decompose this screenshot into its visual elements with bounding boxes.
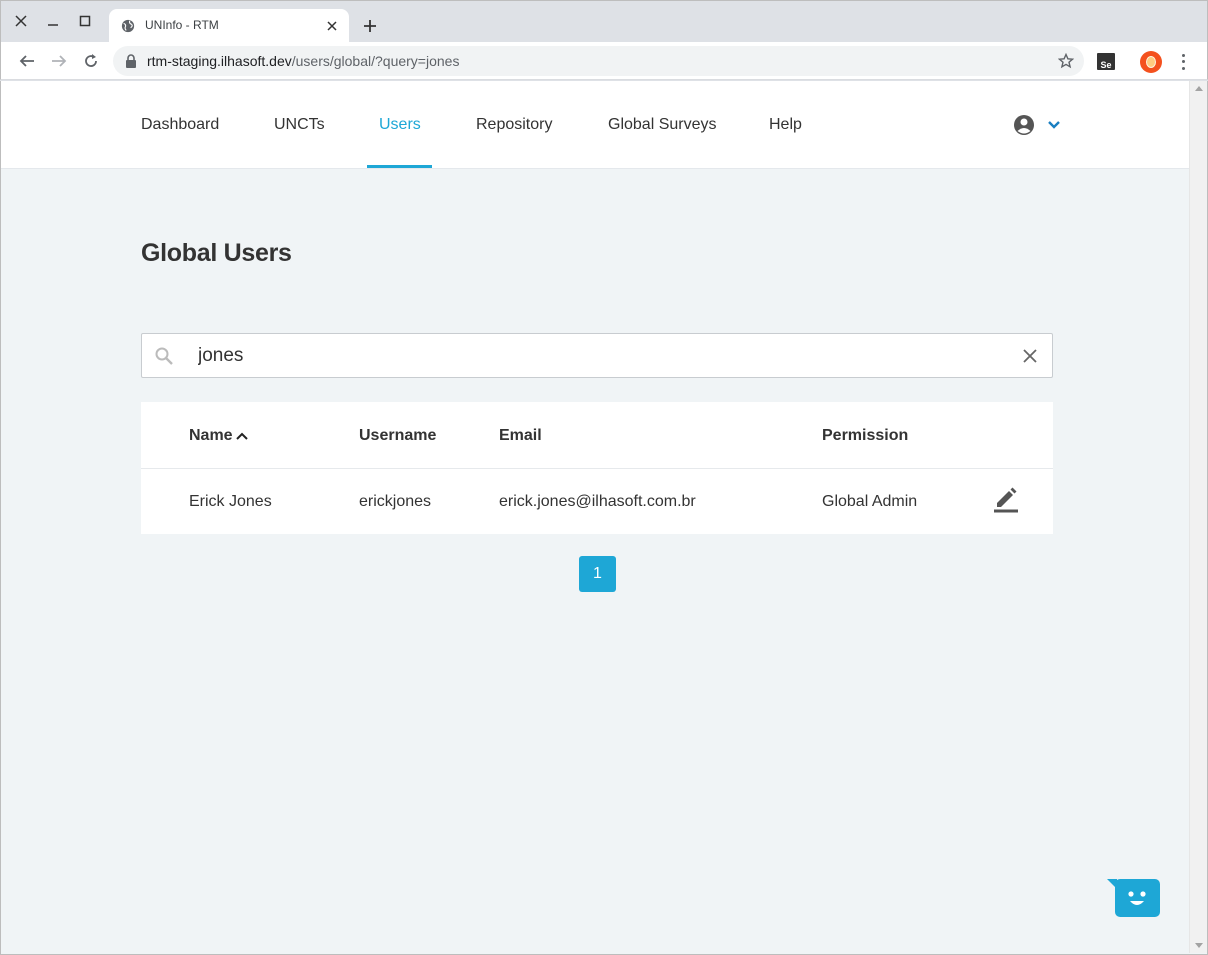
globe-icon [121, 19, 135, 33]
reload-icon[interactable] [79, 49, 103, 73]
url-path: /users/global/?query=jones [291, 53, 460, 69]
window-close-icon[interactable] [9, 9, 33, 33]
tab-close-icon[interactable] [323, 17, 341, 35]
nav-item-help[interactable]: Help [769, 116, 802, 134]
column-header-permission[interactable]: Permission [822, 427, 908, 445]
tab-title: UNInfo - RTM [145, 18, 219, 32]
back-icon[interactable] [15, 49, 39, 73]
bookmark-star-icon[interactable] [1056, 51, 1076, 71]
column-header-username[interactable]: Username [359, 427, 436, 445]
cell-email: erick.jones@ilhasoft.com.br [499, 493, 696, 510]
browser-toolbar: rtm-staging.ilhasoft.dev/users/global/?q… [0, 42, 1208, 80]
new-tab-icon[interactable] [359, 15, 381, 37]
nav-item-dashboard[interactable]: Dashboard [141, 116, 219, 134]
search-input[interactable] [198, 342, 998, 370]
pagination-page-button[interactable]: 1 [579, 556, 616, 592]
cell-permission: Global Admin [822, 493, 918, 510]
browser-menu-icon[interactable] [1175, 52, 1191, 72]
table-row: Erick Jones erickjones erick.jones@ilhas… [141, 469, 1053, 534]
url-host: rtm-staging.ilhasoft.dev [147, 53, 292, 69]
browser-tab[interactable]: UNInfo - RTM [109, 9, 349, 43]
column-header-name[interactable]: Name [189, 427, 249, 445]
chat-bot-icon[interactable] [1107, 879, 1161, 919]
browser-titlebar: UNInfo - RTM [0, 0, 1208, 43]
search-box [141, 333, 1053, 378]
selenium-extension-icon[interactable]: Se [1097, 53, 1115, 70]
cell-username: erickjones [359, 493, 432, 510]
page-scrollbar[interactable] [1189, 81, 1207, 953]
extension-icon[interactable] [1140, 51, 1162, 73]
cell-name: Erick Jones [189, 493, 272, 510]
scroll-down-arrow-icon[interactable] [1195, 943, 1203, 948]
sort-ascending-icon [235, 432, 248, 440]
chevron-down-icon [1048, 121, 1060, 129]
page-title: Global Users [141, 239, 292, 267]
lock-icon [126, 54, 136, 68]
nav-item-users[interactable]: Users [379, 116, 421, 134]
clear-search-icon[interactable] [1020, 346, 1040, 366]
address-bar[interactable]: rtm-staging.ilhasoft.dev/users/global/?q… [113, 46, 1084, 76]
column-header-email[interactable]: Email [499, 427, 542, 445]
scroll-up-arrow-icon[interactable] [1195, 86, 1203, 91]
site-header: Dashboard UNCTs Users Repository Global … [1, 81, 1189, 169]
edit-pencil-icon[interactable] [993, 485, 1019, 513]
nav-item-uncts[interactable]: UNCTs [274, 116, 325, 134]
user-menu-button[interactable] [1013, 114, 1065, 138]
window-maximize-icon[interactable] [73, 9, 97, 33]
search-icon [155, 347, 173, 365]
nav-item-repository[interactable]: Repository [476, 116, 552, 134]
page-viewport: Dashboard UNCTs Users Repository Global … [0, 81, 1208, 955]
extension-label: Se [1100, 60, 1112, 70]
forward-icon[interactable] [47, 49, 71, 73]
window-minimize-icon[interactable] [41, 9, 65, 33]
column-header-name-label: Name [189, 427, 233, 444]
account-circle-icon [1014, 115, 1034, 135]
active-nav-indicator [367, 165, 432, 168]
nav-item-global-surveys[interactable]: Global Surveys [608, 116, 717, 134]
users-table: Name Username Email Permission Erick Jon… [141, 402, 1053, 534]
url-text: rtm-staging.ilhasoft.dev/users/global/?q… [147, 53, 459, 69]
table-header: Name Username Email Permission [141, 402, 1053, 469]
